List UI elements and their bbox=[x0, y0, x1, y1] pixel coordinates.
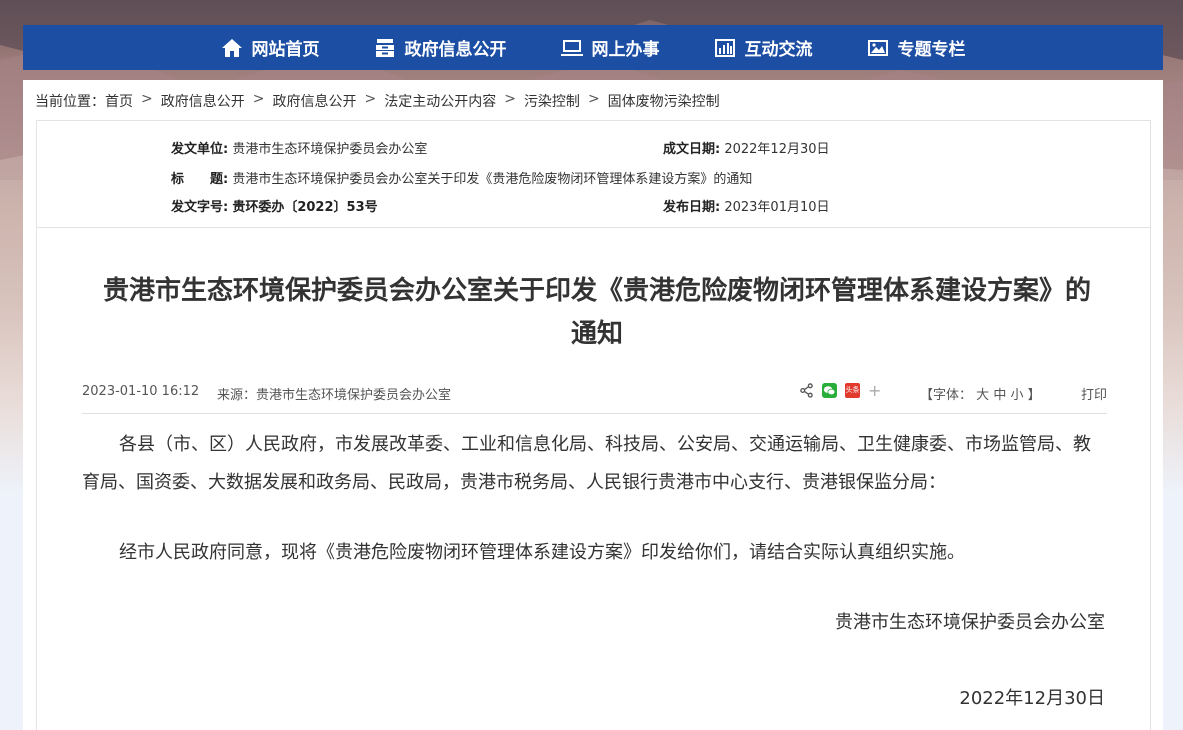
nav-online-service[interactable]: 网上办事 bbox=[560, 35, 660, 60]
nav-gov-info[interactable]: 政府信息公开 bbox=[374, 35, 507, 60]
nav-interaction[interactable]: 互动交流 bbox=[714, 35, 813, 60]
meta-docno: 发文字号: 贵环委办〔2022〕53号 bbox=[171, 196, 378, 215]
breadcrumb-item[interactable]: 污染控制 bbox=[524, 91, 580, 111]
share-icon[interactable] bbox=[799, 383, 814, 398]
font-size-control: 【字体： 大 中 小 】 bbox=[920, 384, 1041, 403]
meta-value: 贵环委办〔2022〕53号 bbox=[232, 200, 378, 215]
meta-value: 贵港市生态环境保护委员会办公室关于印发《贵港危险废物闭环管理体系建设方案》的通知 bbox=[232, 172, 753, 187]
nav-label: 网上办事 bbox=[591, 40, 660, 60]
breadcrumb-separator: > bbox=[141, 91, 153, 107]
meta-label: 标 题: bbox=[171, 172, 229, 187]
home-icon bbox=[221, 38, 242, 57]
meta-published-date: 发布日期: 2023年01月10日 bbox=[663, 196, 830, 215]
article-title: 贵港市生态环境保护委员会办公室关于印发《贵港危险废物闭环管理体系建设方案》的通知 bbox=[102, 276, 1091, 349]
share-bar: 头条 + bbox=[799, 383, 881, 399]
breadcrumb-separator: > bbox=[252, 91, 265, 107]
article-paragraph: 各县（市、区）人民政府，市发展改革委、工业和信息化局、科技局、公安局、交通运输局… bbox=[82, 434, 1091, 493]
meta-title: 标 题: 贵港市生态环境保护委员会办公室关于印发《贵港危险废物闭环管理体系建设方… bbox=[171, 168, 752, 187]
breadcrumb-prefix: 当前位置： bbox=[35, 94, 105, 110]
font-medium-button[interactable]: 中 bbox=[993, 388, 1006, 403]
meta-label: 发布日期: bbox=[663, 200, 721, 215]
archive-icon bbox=[375, 38, 394, 57]
document-metadata: 发文单位: 贵港市生态环境保护委员会办公室 成文日期: 2022年12月30日 … bbox=[36, 120, 1151, 228]
meta-created-date: 成文日期: 2022年12月30日 bbox=[663, 138, 830, 157]
plus-icon[interactable]: + bbox=[868, 383, 881, 399]
article-datetime: 2023-01-10 16:12 bbox=[82, 384, 200, 399]
article-container: 贵港市生态环境保护委员会办公室关于印发《贵港危险废物闭环管理体系建设方案》的通知… bbox=[36, 228, 1151, 730]
breadcrumb-separator: > bbox=[504, 91, 516, 107]
meta-label: 发文单位: bbox=[171, 142, 229, 157]
nav-label: 网站首页 bbox=[251, 40, 320, 60]
breadcrumb-item[interactable]: 首页 bbox=[105, 91, 133, 111]
nav-topics[interactable]: 专题专栏 bbox=[867, 35, 966, 60]
breadcrumb-separator: > bbox=[364, 91, 377, 107]
meta-label: 发文字号: bbox=[171, 200, 229, 215]
nav-home[interactable]: 网站首页 bbox=[221, 35, 320, 60]
breadcrumb-item[interactable]: 政府信息公开 bbox=[161, 91, 245, 111]
breadcrumb-item[interactable]: 政府信息公开 bbox=[272, 91, 356, 111]
meta-label: 成文日期: bbox=[663, 142, 721, 157]
print-button[interactable]: 打印 bbox=[1081, 384, 1107, 403]
computer-icon bbox=[560, 39, 583, 56]
article-sign-date: 2022年12月30日 bbox=[959, 688, 1105, 709]
font-small-button[interactable]: 小 bbox=[1010, 388, 1023, 403]
bar-chart-icon bbox=[714, 38, 735, 57]
breadcrumb-item[interactable]: 固体废物污染控制 bbox=[608, 91, 720, 111]
breadcrumb: 当前位置： 首页 > 政府信息公开 > 政府信息公开 > 法定主动公开内容 > … bbox=[35, 91, 720, 111]
article-info-bar: 2023-01-10 16:12 来源：贵港市生态环境保护委员会办公室 头条 +… bbox=[82, 378, 1107, 414]
font-size-end: 】 bbox=[1027, 388, 1041, 403]
meta-value: 贵港市生态环境保护委员会办公室 bbox=[232, 142, 428, 157]
article-paragraph: 经市人民政府同意，现将《贵港危险废物闭环管理体系建设方案》印发给你们，请结合实际… bbox=[119, 542, 965, 563]
font-large-button[interactable]: 大 bbox=[976, 388, 989, 403]
wechat-icon[interactable] bbox=[822, 383, 837, 398]
meta-value: 2022年12月30日 bbox=[724, 142, 830, 157]
image-icon bbox=[867, 39, 888, 56]
nav-label: 专题专栏 bbox=[897, 40, 966, 60]
toutiao-label: 头条 bbox=[845, 386, 860, 394]
meta-value: 2023年01月10日 bbox=[724, 200, 830, 215]
meta-issuer: 发文单位: 贵港市生态环境保护委员会办公室 bbox=[171, 138, 427, 157]
toutiao-icon[interactable]: 头条 bbox=[845, 383, 860, 398]
breadcrumb-item[interactable]: 法定主动公开内容 bbox=[384, 91, 496, 111]
article-signature: 贵港市生态环境保护委员会办公室 bbox=[835, 612, 1105, 633]
main-navigation: 网站首页 政府信息公开 网上办事 互动交流 专题专栏 bbox=[23, 25, 1163, 70]
nav-label: 政府信息公开 bbox=[404, 40, 507, 60]
breadcrumb-separator: > bbox=[587, 91, 600, 107]
font-size-label: 【字体： bbox=[920, 388, 973, 403]
article-source: 来源：贵港市生态环境保护委员会办公室 bbox=[217, 388, 452, 403]
content-panel: 当前位置： 首页 > 政府信息公开 > 政府信息公开 > 法定主动公开内容 > … bbox=[23, 80, 1163, 730]
nav-label: 互动交流 bbox=[744, 40, 813, 60]
